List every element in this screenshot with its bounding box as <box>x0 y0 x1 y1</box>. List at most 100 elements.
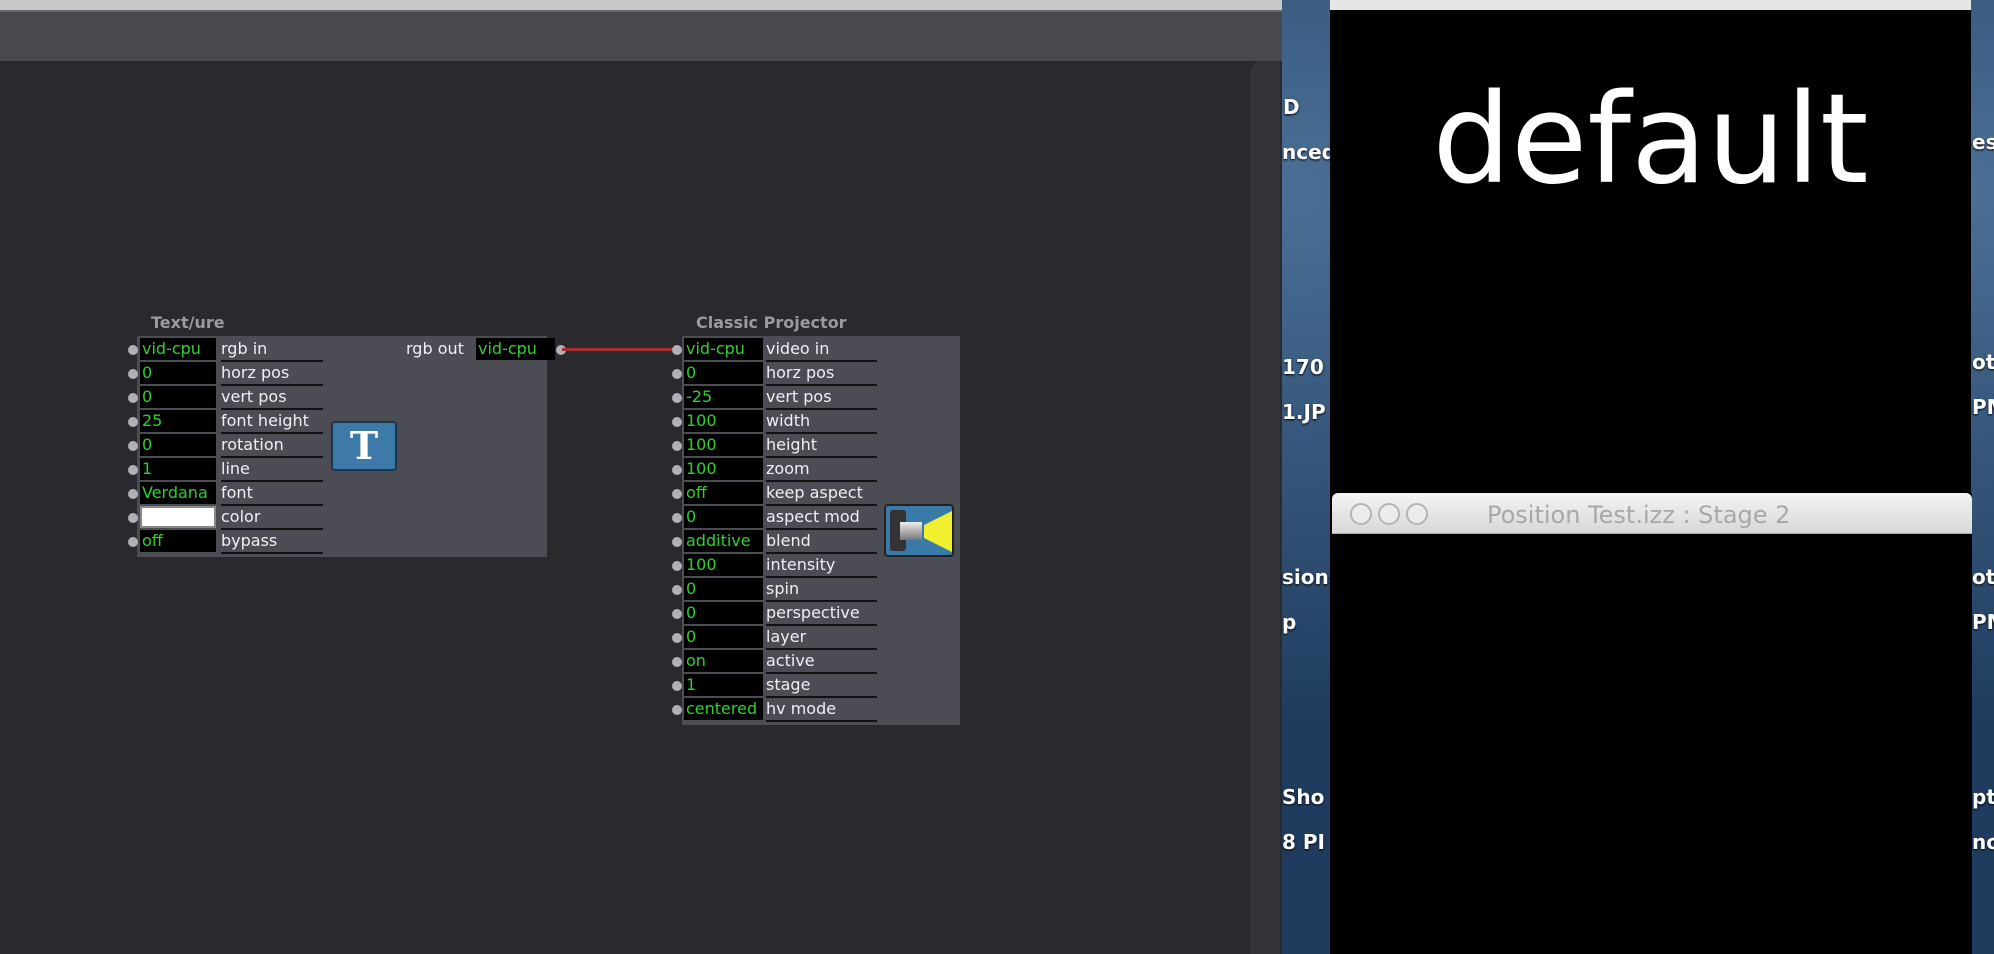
input-port[interactable] <box>128 537 138 547</box>
stage-2-title: Position Test.izz : Stage 2 <box>1487 501 1791 529</box>
scrollbar[interactable] <box>1250 61 1280 954</box>
desktop-icon-label[interactable]: nced <box>1282 140 1336 164</box>
input-label: keep aspect <box>766 482 877 506</box>
input-port[interactable] <box>128 393 138 403</box>
input-value[interactable]: 100 <box>684 434 763 456</box>
desktop-icon-label[interactable]: p <box>1282 610 1296 634</box>
input-label: active <box>766 650 877 674</box>
input-port[interactable] <box>128 465 138 475</box>
patch-editor-window: Text/ure vid-cpu rgb in 0 horz pos 0 vert pos… <box>0 0 1282 954</box>
desktop-icon-label[interactable]: pt <box>1972 785 1994 809</box>
input-value[interactable]: Verdana <box>140 482 216 504</box>
desktop-icon-label[interactable]: es <box>1972 130 1994 154</box>
projector-icon <box>884 504 954 557</box>
input-port[interactable] <box>672 657 682 667</box>
desktop-icon-label[interactable]: D <box>1283 95 1300 119</box>
text-T-icon: T <box>331 421 397 471</box>
input-label: bypass <box>221 530 323 554</box>
input-label: intensity <box>766 554 877 578</box>
toolbar <box>0 10 1282 61</box>
input-port[interactable] <box>672 705 682 715</box>
input-value[interactable]: 25 <box>140 410 216 432</box>
input-value[interactable]: 0 <box>684 362 763 384</box>
input-label: horz pos <box>766 362 877 386</box>
input-value[interactable]: 0 <box>684 626 763 648</box>
input-port[interactable] <box>672 633 682 643</box>
input-port[interactable] <box>128 441 138 451</box>
input-port[interactable] <box>128 513 138 523</box>
input-label: line <box>221 458 323 482</box>
input-port[interactable] <box>672 609 682 619</box>
desktop-icon-label[interactable]: PM <box>1972 610 1994 634</box>
desktop-icon-label[interactable]: ot <box>1972 350 1994 374</box>
input-port[interactable] <box>672 681 682 691</box>
input-port[interactable] <box>128 417 138 427</box>
input-port[interactable] <box>672 537 682 547</box>
input-value[interactable]: 0 <box>684 506 763 528</box>
input-value[interactable]: 100 <box>684 554 763 576</box>
input-label: hv mode <box>766 698 877 722</box>
input-label: color <box>221 506 323 530</box>
close-button[interactable] <box>1350 503 1372 525</box>
desktop-icon-label[interactable]: PM <box>1972 395 1994 419</box>
input-port[interactable] <box>672 369 682 379</box>
input-value[interactable]: 1 <box>684 674 763 696</box>
input-port[interactable] <box>128 345 138 355</box>
input-value[interactable]: 1 <box>140 458 216 480</box>
input-value[interactable]: centered <box>684 698 763 720</box>
input-value[interactable]: 0 <box>684 602 763 624</box>
input-value[interactable]: vid-cpu <box>684 338 763 360</box>
color-swatch[interactable] <box>140 506 216 528</box>
input-port[interactable] <box>672 489 682 499</box>
input-label: height <box>766 434 877 458</box>
input-port[interactable] <box>672 513 682 523</box>
input-value[interactable]: vid-cpu <box>140 338 216 360</box>
input-label: perspective <box>766 602 877 626</box>
input-port[interactable] <box>672 465 682 475</box>
desktop-icon-label[interactable]: no <box>1972 830 1994 854</box>
input-value[interactable]: -25 <box>684 386 763 408</box>
input-value[interactable]: additive <box>684 530 763 552</box>
input-value[interactable]: off <box>140 530 216 552</box>
input-port[interactable] <box>672 561 682 571</box>
zoom-button[interactable] <box>1406 503 1428 525</box>
stage-output-text: default <box>1432 68 1869 212</box>
input-value[interactable]: on <box>684 650 763 672</box>
input-port[interactable] <box>672 585 682 595</box>
input-label: aspect mod <box>766 506 877 530</box>
input-value[interactable]: 0 <box>140 362 216 384</box>
desktop-icon-label[interactable]: 170 <box>1282 355 1324 379</box>
text-actor-title: Text/ure <box>151 313 225 332</box>
stage-2-window: Position Test.izz : Stage 2 <box>1332 493 1972 954</box>
minimize-button[interactable] <box>1378 503 1400 525</box>
rgb-out-value[interactable]: vid-cpu <box>476 338 555 360</box>
desktop-icon-label[interactable]: 1.JP <box>1282 400 1326 424</box>
input-label: layer <box>766 626 877 650</box>
input-label: stage <box>766 674 877 698</box>
input-port[interactable] <box>672 417 682 427</box>
input-label: rgb in <box>221 338 323 362</box>
input-port[interactable] <box>672 345 682 355</box>
input-value[interactable]: 0 <box>140 434 216 456</box>
input-port[interactable] <box>672 393 682 403</box>
input-label: zoom <box>766 458 877 482</box>
input-port[interactable] <box>672 441 682 451</box>
input-label: width <box>766 410 877 434</box>
connection-wire[interactable] <box>562 348 678 351</box>
input-port[interactable] <box>128 369 138 379</box>
input-value[interactable]: 100 <box>684 410 763 432</box>
stage-2-titlebar[interactable]: Position Test.izz : Stage 2 <box>1332 493 1972 534</box>
input-value[interactable]: 100 <box>684 458 763 480</box>
projector-actor-title: Classic Projector <box>696 313 847 332</box>
input-value[interactable]: 0 <box>684 578 763 600</box>
input-label: horz pos <box>221 362 323 386</box>
input-value[interactable]: off <box>684 482 763 504</box>
desktop-icon-label[interactable]: 8 PI <box>1282 830 1325 854</box>
input-port[interactable] <box>128 489 138 499</box>
rgb-out-label: rgb out <box>406 339 464 358</box>
input-value[interactable]: 0 <box>140 386 216 408</box>
window-titlebar[interactable] <box>0 0 1282 10</box>
desktop-icon-label[interactable]: ot <box>1972 565 1994 589</box>
stage-1-titlebar[interactable] <box>1330 0 1971 10</box>
desktop-icon-label[interactable]: Sho <box>1282 785 1324 809</box>
